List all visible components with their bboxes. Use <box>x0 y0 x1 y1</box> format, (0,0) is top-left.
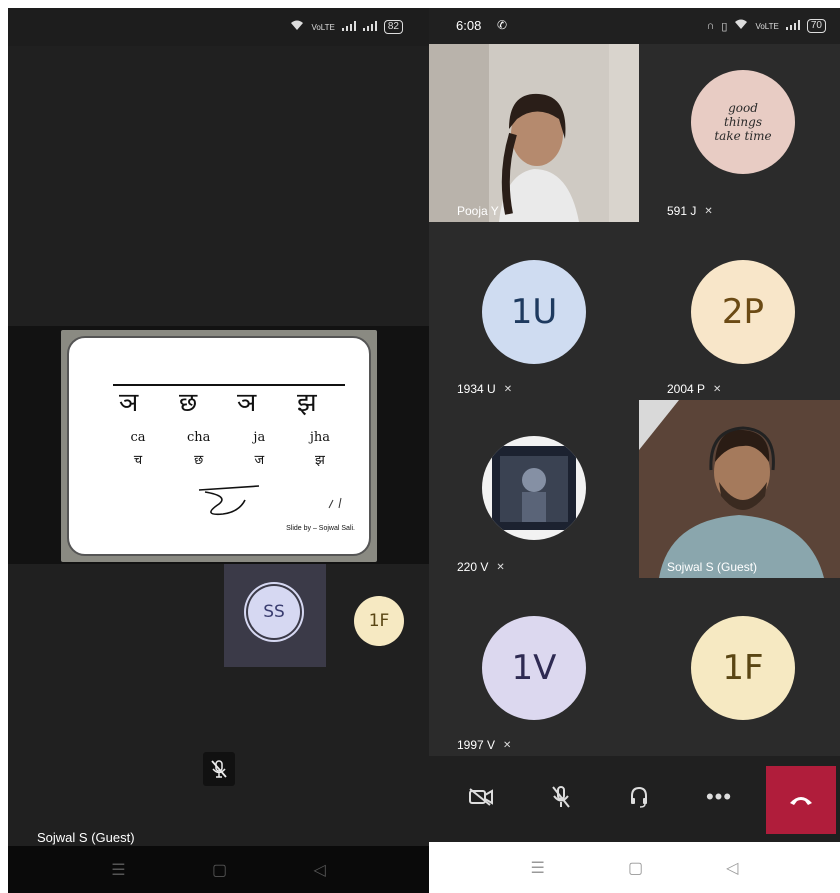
avatar: 1V <box>482 616 586 720</box>
participant-tile-sojwal[interactable]: Sojwal S (Guest) <box>639 400 840 578</box>
shared-slide: ञ छ ञ झ ca cha ja jha च छ ज झ Slide by –… <box>61 330 377 562</box>
participant-name: 2004 P <box>667 382 706 396</box>
picture-text: good things take time <box>714 101 772 143</box>
menu-nav-button[interactable]: ☰ <box>111 860 125 880</box>
end-call-button[interactable] <box>766 766 836 834</box>
clock: 6:08 <box>456 18 482 33</box>
participant-label: 1934 U ✕ <box>457 382 512 396</box>
status-bar: 6:08 ✆ ∩ ▯ VoLTE 70 <box>429 8 840 44</box>
nav-bar: ☰ ▢ ◁ <box>8 846 429 893</box>
participant-label: Pooja Y <box>457 204 499 218</box>
avatar: 1F <box>691 616 795 720</box>
handwriting-scribble <box>198 485 342 516</box>
participant-label: 1997 V ✕ <box>457 738 511 752</box>
latin-label: ja <box>253 430 266 445</box>
vibrate-icon: ▯ <box>721 20 728 33</box>
avatar: SS <box>248 586 300 638</box>
back-nav-button[interactable]: ◁ <box>726 858 738 878</box>
left-phone-screen: VoLTE 82 ञ छ ञ झ ca cha ja jha च छ ज झ S… <box>8 8 429 893</box>
transliteration-row: ca cha ja jha <box>113 430 345 445</box>
home-nav-button[interactable]: ▢ <box>628 858 643 878</box>
devanagari-label: च <box>133 453 143 468</box>
back-nav-button[interactable]: ◁ <box>313 860 325 880</box>
participant-tile-ss[interactable]: SS <box>224 564 326 667</box>
status-bar: VoLTE 82 <box>8 8 429 46</box>
hang-up-icon <box>790 797 812 805</box>
more-icon: ••• <box>705 784 733 809</box>
right-phone-screen: 6:08 ✆ ∩ ▯ VoLTE 70 Pooja Y good things … <box>429 8 840 893</box>
devanagari-label: झ <box>315 453 325 468</box>
nav-bar: ☰ ▢ ◁ <box>429 842 840 893</box>
participant-name: 220 V <box>457 560 489 574</box>
mic-muted-icon: ✕ <box>704 205 713 217</box>
audio-button[interactable] <box>613 770 665 824</box>
participant-name: Pooja Y <box>457 204 499 218</box>
hw-char: झ <box>297 388 317 418</box>
avatar: 2P <box>691 260 795 364</box>
volte-icon: VoLTE <box>755 21 779 31</box>
mic-muted-icon: ✕ <box>713 383 722 395</box>
latin-label: jha <box>309 430 331 445</box>
devanagari-label: छ <box>194 453 204 468</box>
slide-content: ञ छ ञ झ ca cha ja jha च छ ज झ Slide by –… <box>67 336 371 556</box>
mic-muted-icon: ✕ <box>503 739 512 751</box>
participant-label: 591 J ✕ <box>667 204 713 218</box>
slide-credit: Slide by – Sojwal Sali. <box>286 525 355 532</box>
call-controls: ••• <box>429 756 840 842</box>
participant-label: 220 V ✕ <box>457 560 505 574</box>
participant-video <box>429 44 639 222</box>
participant-tile-1934u[interactable]: 1U 1934 U ✕ <box>429 222 639 400</box>
participant-name: Sojwal S (Guest) <box>667 560 758 574</box>
handwritten-characters: ञ छ ञ झ <box>113 370 345 416</box>
home-nav-button[interactable]: ▢ <box>212 860 227 880</box>
mic-muted-icon: ✕ <box>503 383 513 395</box>
participant-video <box>639 400 840 578</box>
participant-name: 1934 U <box>457 382 496 396</box>
devanagari-row: च छ ज झ <box>113 450 345 468</box>
avatar: 1U <box>482 260 586 364</box>
avatar-1f[interactable]: 1F <box>354 596 404 646</box>
latin-label: ca <box>130 430 146 445</box>
mic-muted-icon: ✕ <box>496 561 505 573</box>
camera-off-icon <box>469 788 493 806</box>
hw-char: ञ <box>237 388 257 418</box>
headset-icon <box>631 786 647 808</box>
participant-tile-591j[interactable]: good things take time 591 J ✕ <box>639 44 840 222</box>
latin-label: cha <box>186 430 211 445</box>
presenter-name: Sojwal S (Guest) <box>37 830 135 845</box>
signal-icon-2 <box>362 20 377 34</box>
devanagari-label: ज <box>254 453 265 468</box>
participant-label: Sojwal S (Guest) <box>667 560 757 574</box>
profile-picture: good things take time <box>691 70 795 174</box>
battery-indicator: 70 <box>806 19 826 33</box>
headset-icon: ∩ <box>706 20 715 32</box>
participant-tile-pooja[interactable]: Pooja Y <box>429 44 639 222</box>
wifi-icon <box>290 20 304 34</box>
hw-char: ञ <box>119 388 139 418</box>
participant-tile-1f[interactable]: 1F <box>639 578 840 756</box>
signal-icon <box>341 20 356 34</box>
participant-tile-220v[interactable]: 220 V ✕ <box>429 400 639 578</box>
mic-off-icon <box>552 786 570 808</box>
battery-indicator: 82 <box>383 20 403 34</box>
wifi-icon <box>734 19 748 33</box>
signal-icon <box>785 19 800 33</box>
participant-tile-2004p[interactable]: 2P 2004 P ✕ <box>639 222 840 400</box>
phone-call-icon: ✆ <box>497 18 508 32</box>
participant-name: 1997 V <box>457 738 496 752</box>
camera-off-button[interactable] <box>455 770 507 824</box>
participant-name: 591 J <box>667 204 697 218</box>
more-options-button[interactable]: ••• <box>693 770 745 824</box>
participant-tile-1997v[interactable]: 1V 1997 V ✕ <box>429 578 639 756</box>
profile-picture <box>482 436 586 540</box>
volte-icon: VoLTE <box>311 22 335 32</box>
participant-label: 2004 P ✕ <box>667 382 721 396</box>
hw-char: छ <box>179 388 198 418</box>
menu-nav-button[interactable]: ☰ <box>531 858 545 878</box>
mute-button[interactable] <box>535 770 587 824</box>
mic-muted-icon[interactable] <box>203 752 235 786</box>
